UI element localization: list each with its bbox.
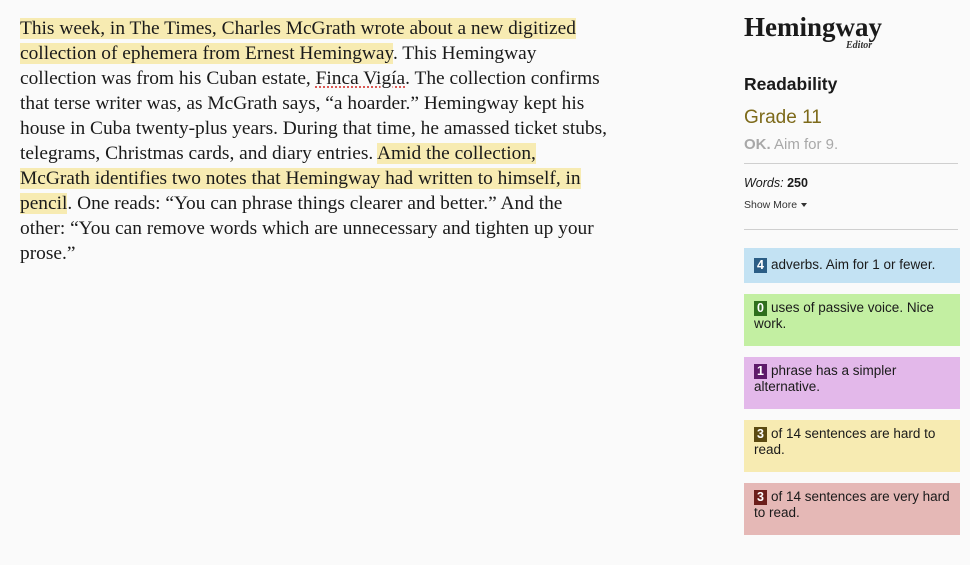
hard-sentences-card[interactable]: 3 of 14 sentences are hard to read. xyxy=(744,420,960,472)
divider xyxy=(744,163,958,164)
very-hard-text: of 14 sentences are very hard to read. xyxy=(754,489,950,520)
words-value: 250 xyxy=(787,176,808,190)
show-more-toggle[interactable]: Show More xyxy=(744,199,808,211)
hard-text: of 14 sentences are hard to read. xyxy=(754,426,936,457)
passive-count-badge: 0 xyxy=(754,301,767,316)
hard-count-badge: 3 xyxy=(754,427,767,442)
text-segment: . One reads: “You can phrase things clea… xyxy=(20,193,594,264)
hemingway-logo: Hemingway Editor xyxy=(744,12,904,56)
spelling-flag: Finca Vigía xyxy=(315,68,406,89)
caret-down-icon xyxy=(801,203,808,208)
very-hard-count-badge: 3 xyxy=(754,490,767,505)
grade-ok: OK. xyxy=(744,136,771,153)
sidebar: Hemingway Editor Readability Grade 11 OK… xyxy=(744,0,960,565)
divider xyxy=(744,229,958,230)
adverbs-card[interactable]: 4 adverbs. Aim for 1 or fewer. xyxy=(744,248,960,283)
simpler-text: phrase has a simpler alternative. xyxy=(754,363,897,394)
readability-title: Readability xyxy=(744,74,838,94)
logo-subtitle: Editor xyxy=(846,40,873,51)
adverbs-count-badge: 4 xyxy=(754,258,767,273)
simpler-alternative-card[interactable]: 1 phrase has a simpler alternative. xyxy=(744,357,960,409)
simpler-count-badge: 1 xyxy=(754,364,767,379)
passive-text: uses of passive voice. Nice work. xyxy=(754,300,934,331)
very-hard-sentences-card[interactable]: 3 of 14 sentences are very hard to read. xyxy=(744,483,960,535)
show-more-label: Show More xyxy=(744,199,798,211)
grade-aim: Aim for 9. xyxy=(770,136,839,153)
logo-title: Hemingway xyxy=(744,12,882,42)
editor-text-area[interactable]: This week, in The Times, Charles McGrath… xyxy=(20,16,610,266)
grade-note: OK. Aim for 9. xyxy=(744,136,838,153)
word-count: Words: 250 xyxy=(744,176,808,190)
passive-voice-card[interactable]: 0 uses of passive voice. Nice work. xyxy=(744,294,960,346)
grade-level: Grade 11 xyxy=(744,107,822,128)
words-label: Words: xyxy=(744,176,784,190)
adverbs-text: adverbs. Aim for 1 or fewer. xyxy=(771,257,936,272)
